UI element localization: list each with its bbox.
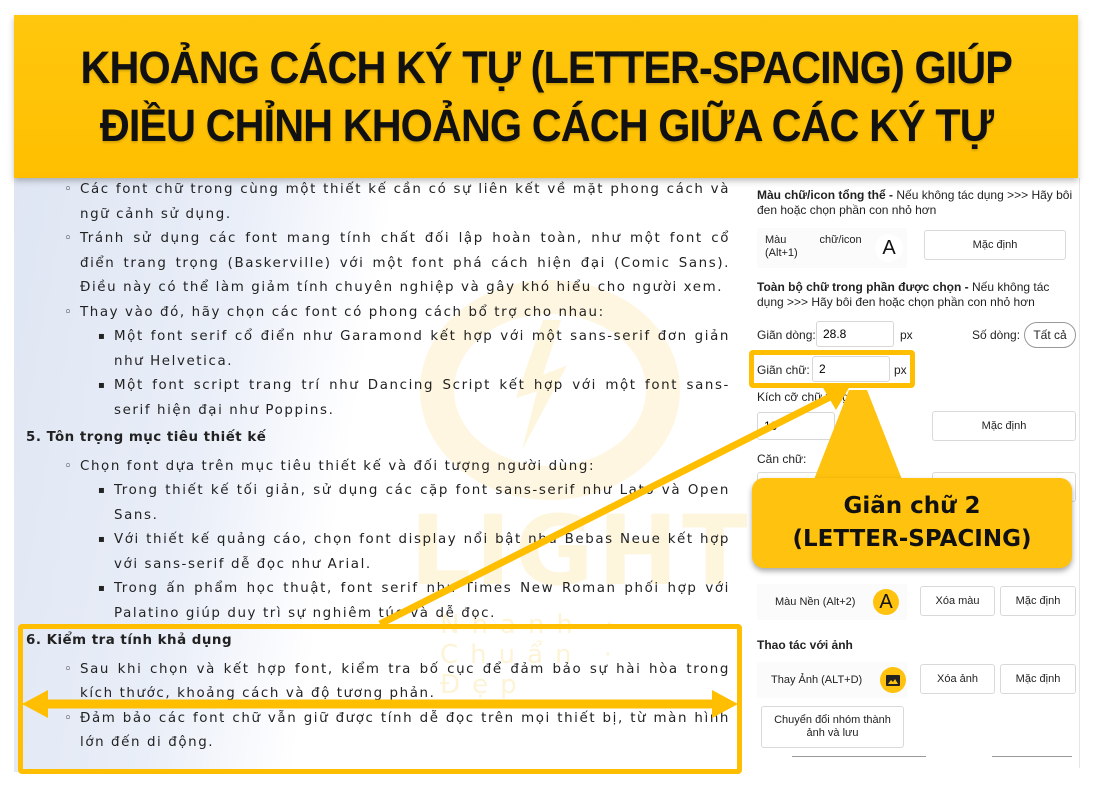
- letter-spacing-callout: Giãn chữ 2 (LETTER-SPACING): [752, 478, 1072, 568]
- double-arrow-left-head: [22, 690, 48, 718]
- callout-line-2: (LETTER-SPACING): [792, 526, 1032, 552]
- callout-line-1: Giãn chữ 2: [843, 493, 981, 519]
- double-arrow-right-head: [712, 690, 738, 718]
- annotation-arrows: [22, 386, 850, 718]
